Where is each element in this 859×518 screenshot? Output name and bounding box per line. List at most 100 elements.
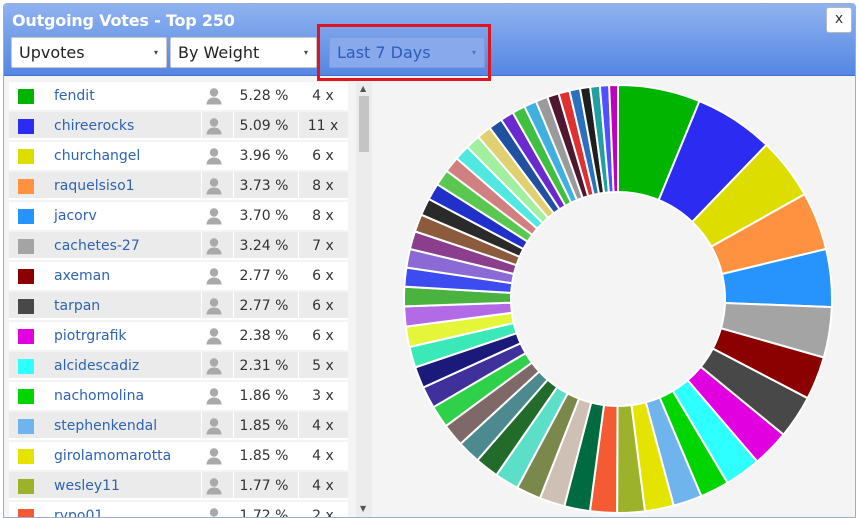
list-item: chireerocks 5.09 % 11 x <box>9 112 348 140</box>
user-avatar-icon[interactable] <box>205 87 223 105</box>
vote-percent: 1.77 % <box>239 478 289 494</box>
vote-percent: 3.70 % <box>239 208 289 224</box>
list-item: wesley11 1.77 % 4 x <box>9 472 348 500</box>
voter-name-link[interactable]: rypo01 <box>54 508 103 517</box>
color-swatch <box>18 329 34 344</box>
vote-percent: 1.85 % <box>239 448 289 464</box>
voter-name-link[interactable]: stephenkendal <box>54 418 157 434</box>
user-avatar-icon[interactable] <box>205 297 223 315</box>
vote-percent: 1.85 % <box>239 418 289 434</box>
list-item: stephenkendal 1.85 % 4 x <box>9 412 348 440</box>
voter-name-link[interactable]: raquelsiso1 <box>54 178 135 194</box>
vote-percent: 2.77 % <box>239 268 289 284</box>
voter-name-link[interactable]: fendit <box>54 88 95 104</box>
color-swatch <box>18 119 34 134</box>
close-button[interactable]: x <box>826 7 852 33</box>
vote-count: 6 x <box>312 298 334 314</box>
vote-percent: 2.38 % <box>239 328 289 344</box>
votes-donut-chart <box>403 83 833 515</box>
list-item: nachomolina 1.86 % 3 x <box>9 382 348 410</box>
vote-count: 3 x <box>312 388 334 404</box>
list-item: raquelsiso1 3.73 % 8 x <box>9 172 348 200</box>
voter-name-link[interactable]: nachomolina <box>54 388 144 404</box>
color-swatch <box>18 209 34 224</box>
voter-name-link[interactable]: alcidescadiz <box>54 358 139 374</box>
vote-percent: 3.73 % <box>239 178 289 194</box>
color-swatch <box>18 239 34 254</box>
vote-percent: 1.72 % <box>239 508 289 518</box>
scrollbar-thumb[interactable] <box>359 96 369 152</box>
highlight-box <box>317 24 491 81</box>
vote-count: 6 x <box>312 148 334 164</box>
voter-name-link[interactable]: wesley11 <box>54 478 120 494</box>
list-scrollbar[interactable]: ▲ ▼ <box>356 82 372 517</box>
user-avatar-icon[interactable] <box>205 387 223 405</box>
vote-percent: 5.28 % <box>239 88 289 104</box>
color-swatch <box>18 179 34 194</box>
vote-percent: 5.09 % <box>239 118 289 134</box>
color-swatch <box>18 89 34 104</box>
user-avatar-icon[interactable] <box>205 237 223 255</box>
vote-percent: 3.24 % <box>239 238 289 254</box>
vote-count: 8 x <box>312 208 334 224</box>
vote-count: 2 x <box>312 508 334 518</box>
user-avatar-icon[interactable] <box>205 447 223 465</box>
list-item: rypo01 1.72 % 2 x <box>9 502 348 518</box>
voter-name-link[interactable]: chireerocks <box>54 118 134 134</box>
voter-name-link[interactable]: tarpan <box>54 298 100 314</box>
vote-count: 5 x <box>312 358 334 374</box>
voter-name-link[interactable]: churchangel <box>54 148 140 164</box>
user-avatar-icon[interactable] <box>205 477 223 495</box>
user-avatar-icon[interactable] <box>205 117 223 135</box>
color-swatch <box>18 149 34 164</box>
vote-type-selected: Upvotes <box>19 43 85 62</box>
vote-percent: 2.77 % <box>239 298 289 314</box>
list-item: cachetes-27 3.24 % 7 x <box>9 232 348 260</box>
user-avatar-icon[interactable] <box>205 327 223 345</box>
vote-percent: 2.31 % <box>239 358 289 374</box>
user-avatar-icon[interactable] <box>205 177 223 195</box>
list-item: girolamomarotta 1.85 % 4 x <box>9 442 348 470</box>
scroll-down-icon[interactable]: ▼ <box>360 504 366 513</box>
window-title: Outgoing Votes - Top 250 <box>12 11 235 30</box>
list-item: jacorv 3.70 % 8 x <box>9 202 348 230</box>
color-swatch <box>18 509 34 517</box>
vote-type-select[interactable]: Upvotes ▾ <box>11 37 167 68</box>
chart-area <box>376 82 854 517</box>
chevron-down-icon: ▾ <box>303 48 308 57</box>
voter-name-link[interactable]: piotrgrafik <box>54 328 127 344</box>
vote-percent: 1.86 % <box>239 388 289 404</box>
user-avatar-icon[interactable] <box>205 207 223 225</box>
voter-name-link[interactable]: cachetes-27 <box>54 238 140 254</box>
vote-count: 4 x <box>312 478 334 494</box>
sort-selected: By Weight <box>178 43 260 62</box>
color-swatch <box>18 359 34 374</box>
user-avatar-icon[interactable] <box>205 417 223 435</box>
scroll-up-icon[interactable]: ▲ <box>360 84 366 93</box>
vote-count: 4 x <box>312 448 334 464</box>
color-swatch <box>18 389 34 404</box>
voter-name-link[interactable]: jacorv <box>54 208 97 224</box>
vote-count: 6 x <box>312 268 334 284</box>
user-avatar-icon[interactable] <box>205 267 223 285</box>
list-item: piotrgrafik 2.38 % 6 x <box>9 322 348 350</box>
user-avatar-icon[interactable] <box>205 507 223 517</box>
vote-count: 4 x <box>312 88 334 104</box>
list-item: churchangel 3.96 % 6 x <box>9 142 348 170</box>
vote-count: 4 x <box>312 418 334 434</box>
chevron-down-icon: ▾ <box>153 48 158 57</box>
list-item: axeman 2.77 % 6 x <box>9 262 348 290</box>
sort-select[interactable]: By Weight ▾ <box>170 37 317 68</box>
color-swatch <box>18 419 34 434</box>
voter-name-link[interactable]: girolamomarotta <box>54 448 171 464</box>
voter-name-link[interactable]: axeman <box>54 268 110 284</box>
user-avatar-icon[interactable] <box>205 357 223 375</box>
color-swatch <box>18 269 34 284</box>
vote-percent: 3.96 % <box>239 148 289 164</box>
color-swatch <box>18 449 34 464</box>
color-swatch <box>18 299 34 314</box>
vote-count: 6 x <box>312 328 334 344</box>
vote-count: 8 x <box>312 178 334 194</box>
color-swatch <box>18 479 34 494</box>
user-avatar-icon[interactable] <box>205 147 223 165</box>
